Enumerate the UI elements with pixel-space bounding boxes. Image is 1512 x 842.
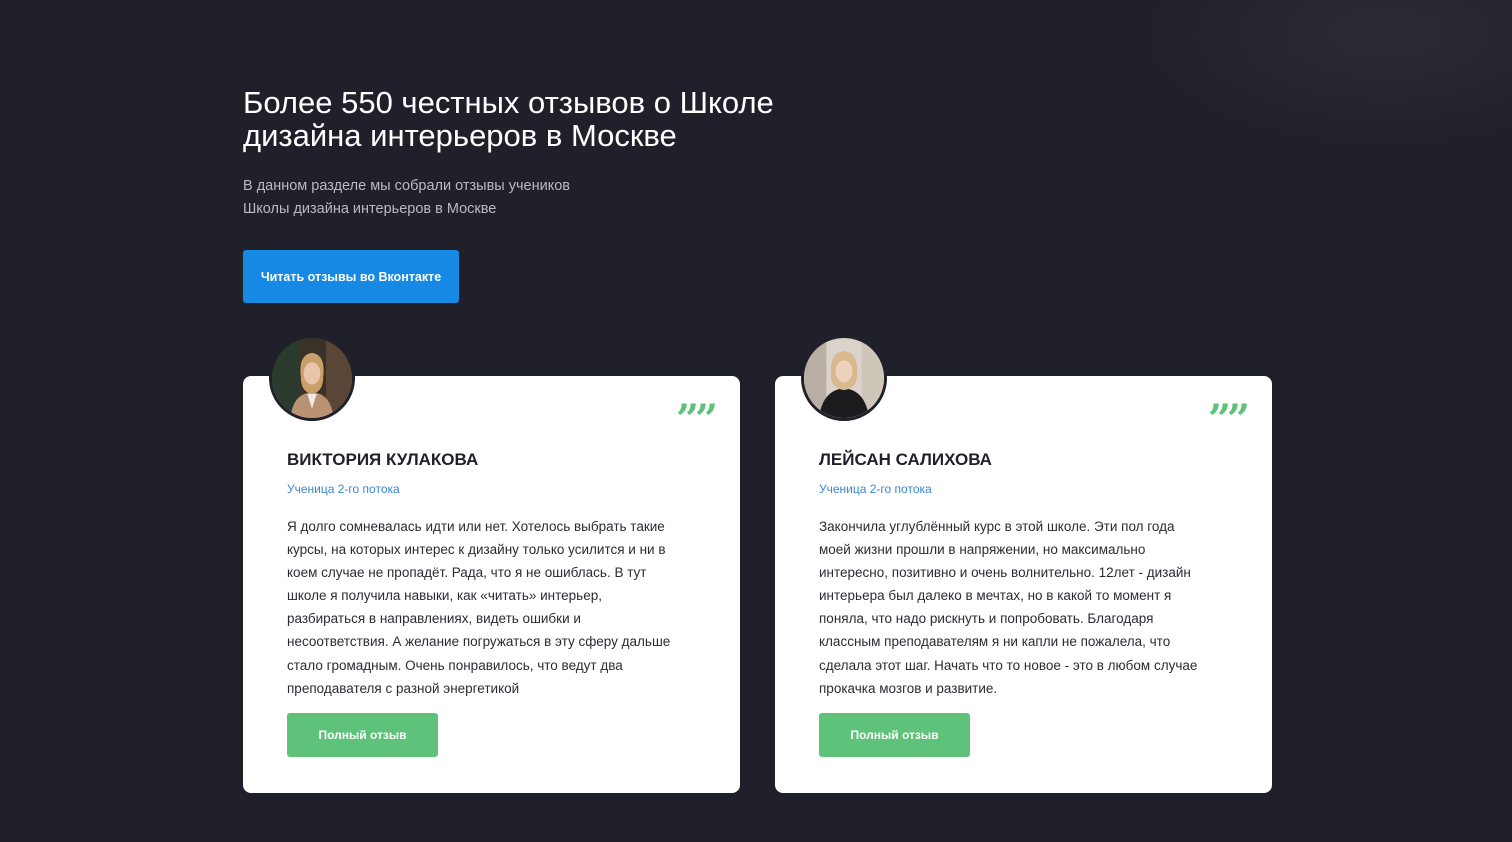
reviewer-name: ВИКТОРИЯ КУЛАКОВА [287, 450, 479, 469]
background-decoration [1092, 0, 1512, 170]
full-review-button[interactable]: Полный отзыв [819, 713, 970, 757]
reviewer-avatar [801, 335, 887, 421]
reviewer-photo [804, 338, 884, 418]
quote-marks-icon: ”” [675, 396, 718, 443]
quote-marks-icon: ”” [1207, 396, 1250, 443]
page-title: Более 550 честных отзывов о Школе дизайн… [243, 85, 774, 153]
page-subtitle: В данном разделе мы собрали отзывы учени… [243, 175, 663, 221]
subtitle-line-1: В данном разделе мы собрали отзывы учени… [243, 178, 570, 194]
review-card: ”” ЛЕЙСАН САЛИХОВА Ученица 2-го потока З… [775, 335, 1272, 793]
read-vk-reviews-button[interactable]: Читать отзывы во Вконтакте [243, 250, 459, 303]
review-card: ”” ВИКТОРИЯ КУЛАКОВА Ученица 2-го потока… [243, 335, 740, 793]
reviewer-photo [272, 338, 352, 418]
subtitle-line-2: Школы дизайна интерьеров в Москве [243, 201, 497, 217]
reviewer-name: ЛЕЙСАН САЛИХОВА [819, 450, 992, 469]
full-review-button[interactable]: Полный отзыв [287, 713, 438, 757]
reviewer-avatar [269, 335, 355, 421]
review-text: Закончила углублённый курс в этой школе.… [819, 519, 1198, 696]
reviewer-role: Ученица 2-го потока [287, 482, 400, 496]
review-text: Я долго сомневалась идти или нет. Хотело… [287, 519, 671, 696]
reviewer-role: Ученица 2-го потока [819, 482, 932, 496]
